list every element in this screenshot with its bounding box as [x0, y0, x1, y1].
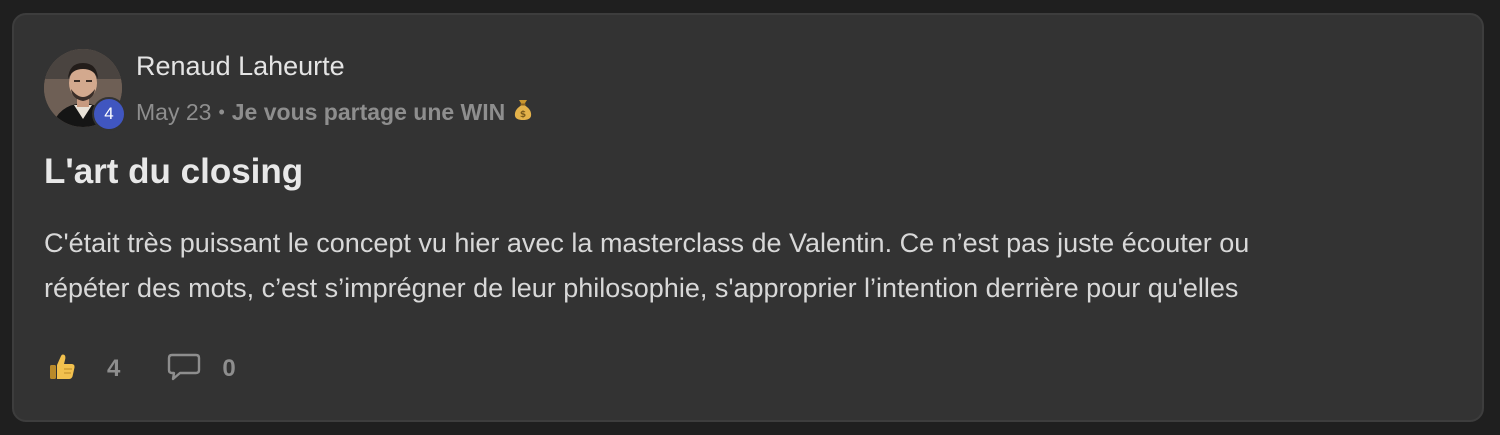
level-badge: 4 [92, 97, 126, 131]
thumbs-up-icon [47, 352, 77, 387]
like-button[interactable]: 4 [47, 352, 120, 387]
level-badge-value: 4 [104, 104, 114, 123]
post-body-line: C'était très puissant le concept vu hier… [44, 228, 1250, 258]
comment-icon [166, 352, 202, 387]
comment-button[interactable]: 0 [166, 352, 236, 387]
like-count: 4 [107, 355, 121, 382]
post-actions: 4 0 [47, 349, 236, 389]
comment-count: 0 [222, 355, 236, 382]
post-category[interactable]: Je vous partage une WIN [232, 99, 506, 126]
svg-text:$: $ [520, 110, 526, 120]
meta-separator: • [218, 101, 225, 122]
post-title[interactable]: L'art du closing [44, 152, 303, 192]
post-card[interactable]: 4 Renaud Laheurte May 23 • Je vous parta… [12, 13, 1484, 422]
author-avatar-group: 4 [44, 49, 126, 131]
post-date[interactable]: May 23 [136, 99, 211, 126]
post-body[interactable]: C'était très puissant le concept vu hier… [44, 221, 1444, 311]
post-meta: May 23 • Je vous partage une WIN $ [136, 97, 533, 127]
money-bag-icon: $ [513, 97, 533, 127]
page: 4 Renaud Laheurte May 23 • Je vous parta… [0, 0, 1500, 435]
author-name[interactable]: Renaud Laheurte [136, 51, 345, 82]
post-body-line: répéter des mots, c’est s’imprégner de l… [44, 273, 1239, 303]
